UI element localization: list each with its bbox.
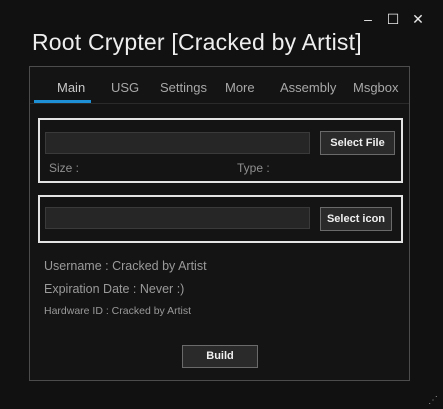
icon-select-group: Select icon — [38, 195, 403, 243]
username-text: Username : Cracked by Artist — [44, 259, 207, 273]
hardware-id-text: Hardware ID : Cracked by Artist — [44, 305, 192, 317]
tab-settings[interactable]: Settings — [160, 80, 207, 95]
close-button[interactable]: ✕ — [410, 11, 426, 27]
maximize-button[interactable]: ☐ — [385, 11, 401, 27]
build-button[interactable]: Build — [182, 345, 258, 368]
select-icon-button[interactable]: Select icon — [320, 207, 392, 231]
minimize-button[interactable]: – — [360, 11, 376, 27]
select-file-button[interactable]: Select File — [320, 131, 395, 155]
crypter-window: – ☐ ✕ Root Crypter [Cracked by Artist] M… — [0, 0, 443, 409]
app-title: Root Crypter [Cracked by Artist] — [32, 29, 362, 55]
file-select-group: Select File Size : Type : — [38, 118, 403, 183]
file-size-label: Size : — [49, 161, 80, 175]
tab-assembly[interactable]: Assembly — [280, 80, 336, 95]
active-tab-indicator — [34, 100, 91, 103]
tab-msgbox[interactable]: Msgbox — [353, 80, 399, 95]
file-type-label: Type : — [237, 161, 270, 175]
resize-grip-icon[interactable]: ⋰ — [428, 396, 438, 406]
file-path-input[interactable] — [45, 132, 310, 154]
expiration-text: Expiration Date : Never :) — [44, 282, 185, 296]
tab-usg[interactable]: USG — [111, 80, 139, 95]
main-panel: Main USG Settings More Assembly Msgbox S… — [29, 66, 410, 381]
tab-divider — [30, 103, 409, 104]
icon-path-input[interactable] — [45, 207, 310, 229]
tab-main[interactable]: Main — [57, 80, 85, 95]
tab-more[interactable]: More — [225, 80, 255, 95]
